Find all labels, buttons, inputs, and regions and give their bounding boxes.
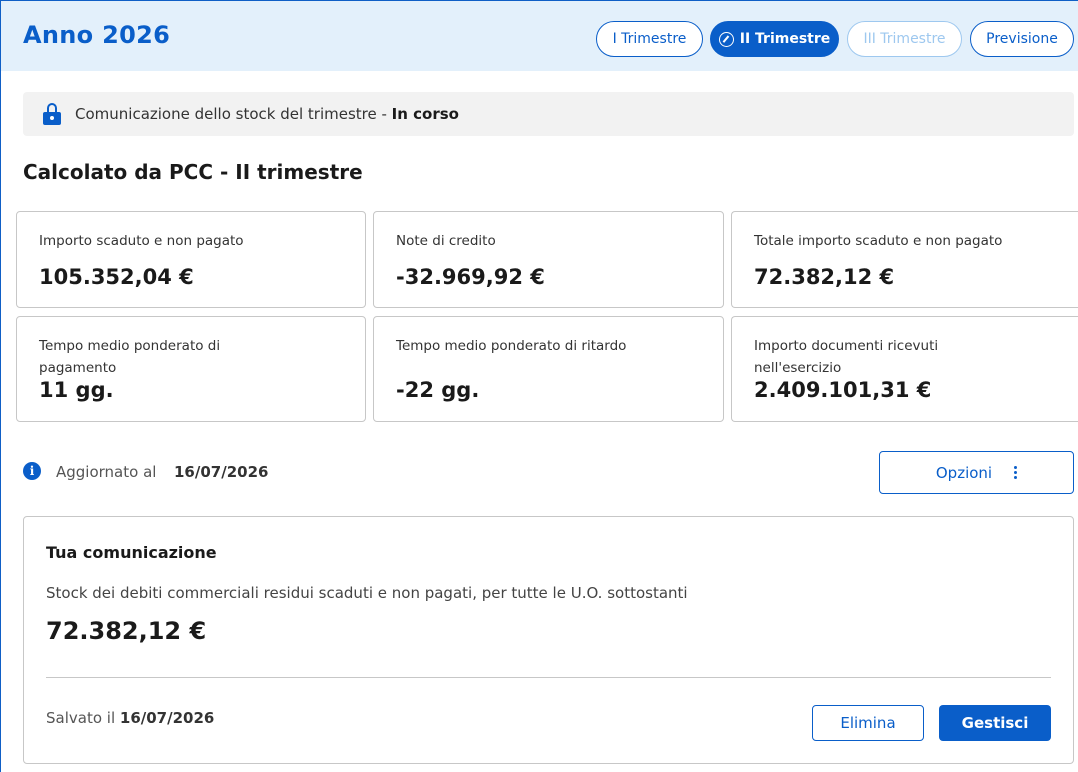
card-tempo-pagamento: Tempo medio ponderato di pagamento 11 gg… xyxy=(16,316,366,422)
saved-info: Salvato il 16/07/2026 xyxy=(46,709,215,727)
manage-button[interactable]: Gestisci xyxy=(939,705,1051,741)
tab-label: I Trimestre xyxy=(612,31,687,47)
delete-button[interactable]: Elimina xyxy=(812,705,924,741)
card-label: Note di credito xyxy=(396,233,496,249)
updated-label: Aggiornato al xyxy=(56,463,157,481)
info-icon: i xyxy=(23,462,41,480)
communication-card: Tua comunicazione Stock dei debiti comme… xyxy=(23,516,1074,764)
card-label: Tempo medio ponderato di ritardo xyxy=(396,338,627,354)
communication-amount: 72.382,12 € xyxy=(46,617,207,645)
divider xyxy=(46,677,1051,678)
options-button[interactable]: Opzioni xyxy=(879,451,1074,494)
card-value: -22 gg. xyxy=(396,378,480,402)
card-totale-importo: Totale importo scaduto e non pagato 72.3… xyxy=(731,211,1078,308)
card-label: Importo documenti ricevuti nell'esercizi… xyxy=(754,338,939,376)
card-note-credito: Note di credito -32.969,92 € xyxy=(373,211,724,308)
card-value: 72.382,12 € xyxy=(754,265,895,289)
tab-iii-trimestre[interactable]: III Trimestre xyxy=(847,21,962,57)
tab-label: Previsione xyxy=(986,31,1058,47)
card-tempo-ritardo: Tempo medio ponderato di ritardo -22 gg. xyxy=(373,316,724,422)
card-importo-scaduto: Importo scaduto e non pagato 105.352,04 … xyxy=(16,211,366,308)
card-label: Tempo medio ponderato di pagamento xyxy=(39,338,221,376)
tab-ii-trimestre[interactable]: II Trimestre xyxy=(710,21,839,57)
year-title: Anno 2026 xyxy=(23,21,171,49)
tab-label: II Trimestre xyxy=(739,31,831,47)
year-header: Anno 2026 I Trimestre II Trimestre III T… xyxy=(1,1,1078,71)
status-banner: Comunicazione dello stock del trimestre … xyxy=(23,92,1074,136)
card-value: 105.352,04 € xyxy=(39,265,194,289)
communication-title: Tua comunicazione xyxy=(46,543,217,562)
status-text: Comunicazione dello stock del trimestre … xyxy=(75,105,459,123)
updated-date: 16/07/2026 xyxy=(174,463,269,481)
edit-circle-icon xyxy=(718,31,734,47)
section-title: Calcolato da PCC - II trimestre xyxy=(23,160,363,184)
card-label: Totale importo scaduto e non pagato xyxy=(754,233,1003,249)
tab-i-trimestre[interactable]: I Trimestre xyxy=(596,21,703,57)
communication-description: Stock dei debiti commerciali residui sca… xyxy=(46,584,688,602)
card-importo-documenti: Importo documenti ricevuti nell'esercizi… xyxy=(731,316,1078,422)
card-value: 2.409.101,31 € xyxy=(754,378,932,402)
card-value: 11 gg. xyxy=(39,378,114,402)
tab-label: III Trimestre xyxy=(863,31,946,47)
tab-previsione[interactable]: Previsione xyxy=(970,21,1074,57)
lock-icon xyxy=(43,103,61,125)
saved-date: 16/07/2026 xyxy=(119,709,215,727)
card-value: -32.969,92 € xyxy=(396,265,545,289)
status-state: In corso xyxy=(391,105,459,123)
update-info-row: i Aggiornato al 16/07/2026 Opzioni xyxy=(23,451,1074,494)
card-label: Importo scaduto e non pagato xyxy=(39,233,244,249)
options-label: Opzioni xyxy=(935,463,993,482)
kebab-menu-icon xyxy=(1014,466,1018,479)
